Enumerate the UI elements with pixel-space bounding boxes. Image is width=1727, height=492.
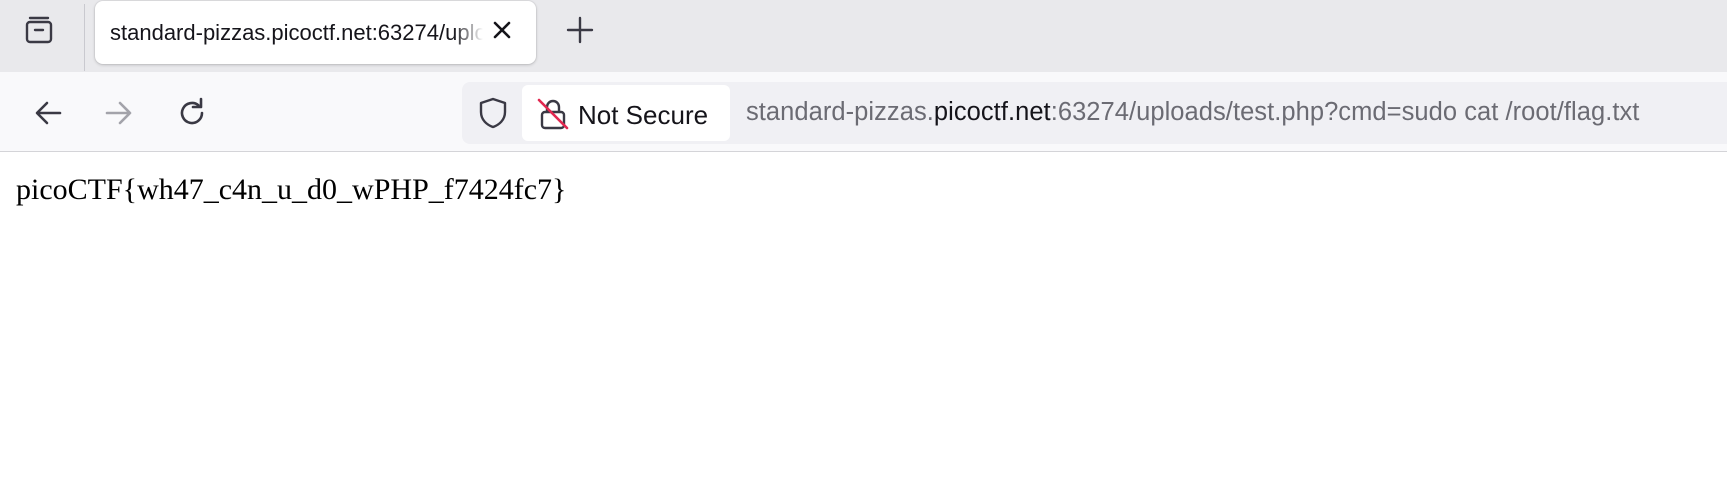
tab-close-button[interactable] [487, 15, 517, 45]
tab-separator [84, 4, 85, 71]
reload-button[interactable] [169, 90, 215, 136]
shield-icon [479, 97, 507, 129]
url-prefix: standard-pizzas. [746, 98, 934, 126]
back-button[interactable] [25, 90, 71, 136]
navigation-toolbar: Not Secure standard-pizzas.picoctf.net:6… [0, 72, 1727, 152]
not-secure-label: Not Secure [578, 100, 709, 130]
arrow-left-icon [35, 101, 62, 125]
url-bar[interactable]: Not Secure standard-pizzas.picoctf.net:6… [462, 82, 1727, 144]
close-icon [493, 21, 511, 39]
tracking-protection-button[interactable] [472, 92, 514, 134]
tab-strip: standard-pizzas.picoctf.net:63274/upload… [0, 0, 1727, 72]
url-domain: picoctf.net [933, 98, 1051, 126]
forward-button[interactable] [96, 90, 142, 136]
plus-icon [566, 16, 594, 44]
insecure-lock-icon [537, 98, 569, 130]
reload-icon [180, 97, 204, 125]
url-suffix: :63274/uploads/test.php?cmd=sudo cat /ro… [1050, 98, 1640, 126]
tab-title: standard-pizzas.picoctf.net:63274/upload… [110, 20, 483, 45]
tab-active[interactable]: standard-pizzas.picoctf.net:63274/upload… [95, 1, 536, 64]
new-tab-button[interactable] [560, 8, 600, 52]
tab-overview-button[interactable] [14, 8, 64, 52]
page-content: picoCTF{wh47_c4n_u_d0_wPHP_f7424fc7} [0, 153, 1727, 492]
tab-overview-icon [25, 16, 53, 44]
site-identity-button[interactable]: Not Secure [522, 85, 730, 141]
arrow-right-icon [105, 101, 132, 125]
url-text[interactable]: standard-pizzas.picoctf.net:63274/upload… [746, 98, 1639, 127]
command-output: picoCTF{wh47_c4n_u_d0_wPHP_f7424fc7} [16, 173, 567, 206]
